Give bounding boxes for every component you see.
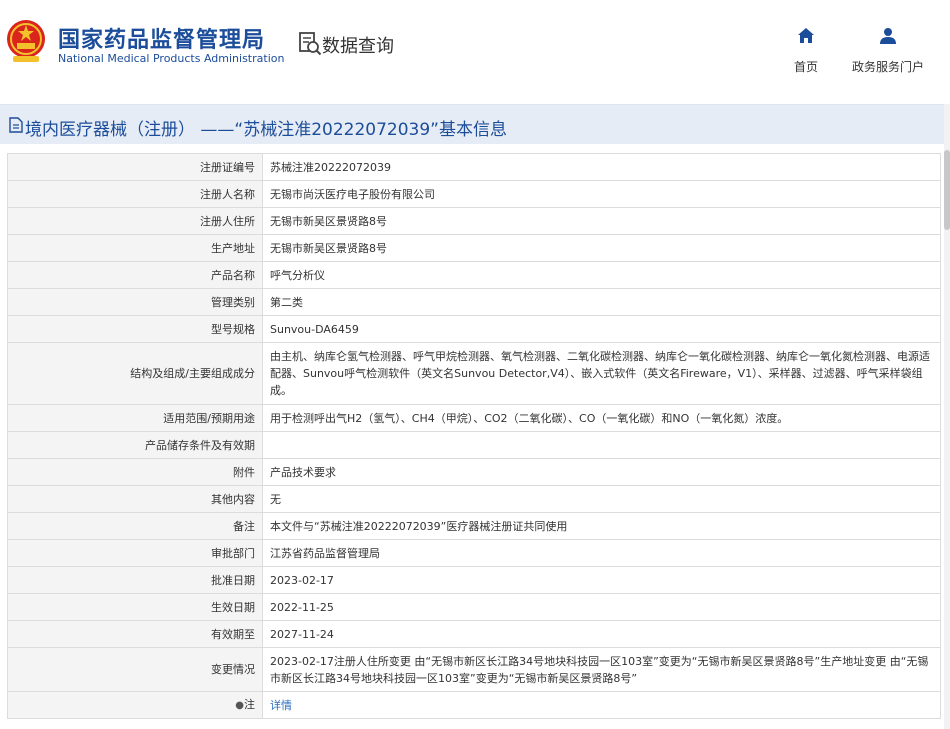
- field-label: 备注: [7, 512, 263, 540]
- site-header: 国家药品监督管理局 National Medical Products Admi…: [0, 0, 950, 90]
- field-label: 生产地址: [7, 234, 263, 262]
- data-query-icon: [299, 32, 322, 56]
- field-value: 第二类: [262, 288, 941, 316]
- field-label: 审批部门: [7, 539, 263, 567]
- field-label: 生效日期: [7, 593, 263, 621]
- device-info-table: 注册证编号 苏械注准20222072039 注册人名称 无锡市尚沃医疗电子股份有…: [7, 153, 941, 719]
- document-icon: [9, 117, 23, 133]
- table-row: 适用范围/预期用途 用于检测呼出气H2（氢气）、CH4（甲烷）、CO2（二氧化碳…: [7, 404, 941, 432]
- field-label: 管理类别: [7, 288, 263, 316]
- data-query-title: 数据查询: [322, 36, 394, 57]
- field-label: 附件: [7, 458, 263, 486]
- field-value: 苏械注准20222072039: [262, 153, 941, 181]
- field-label: 批准日期: [7, 566, 263, 594]
- field-value: 无锡市尚沃医疗电子股份有限公司: [262, 180, 941, 208]
- user-icon: [880, 28, 896, 44]
- table-row: 备注 本文件与“苏械注准20222072039”医疗器械注册证共同使用: [7, 512, 941, 540]
- field-value: [262, 431, 941, 459]
- field-value: 江苏省药品监督管理局: [262, 539, 941, 567]
- field-label: 注册证编号: [7, 153, 263, 181]
- field-value: 2022-11-25: [262, 593, 941, 621]
- field-value: 2023-02-17: [262, 566, 941, 594]
- field-value: 本文件与“苏械注准20222072039”医疗器械注册证共同使用: [262, 512, 941, 540]
- table-row: ●注 详情: [7, 691, 941, 719]
- page-title: 境内医疗器械（注册） ——“苏械注准20222072039”基本信息: [25, 120, 507, 140]
- field-label: 有效期至: [7, 620, 263, 648]
- field-value: 呼气分析仪: [262, 261, 941, 289]
- note-label: 注: [244, 698, 255, 711]
- national-emblem-icon: [7, 20, 45, 62]
- field-value: 产品技术要求: [262, 458, 941, 486]
- field-value: 无锡市新吴区景贤路8号: [262, 234, 941, 262]
- table-row: 注册人名称 无锡市尚沃医疗电子股份有限公司: [7, 180, 941, 208]
- field-label: 其他内容: [7, 485, 263, 513]
- table-row: 生产地址 无锡市新吴区景贤路8号: [7, 234, 941, 262]
- table-row: 产品储存条件及有效期: [7, 431, 941, 459]
- table-row: 结构及组成/主要组成成分 由主机、纳库仑氢气检测器、呼气甲烷检测器、氧气检测器、…: [7, 342, 941, 405]
- pin-icon: ●: [235, 700, 244, 711]
- table-row: 注册人住所 无锡市新吴区景贤路8号: [7, 207, 941, 235]
- table-row: 变更情况 2023-02-17注册人住所变更 由“无锡市新区长江路34号地块科技…: [7, 647, 941, 692]
- table-row: 产品名称 呼气分析仪: [7, 261, 941, 289]
- home-icon: [798, 28, 814, 43]
- field-value: 由主机、纳库仑氢气检测器、呼气甲烷检测器、氧气检测器、二氧化碳检测器、纳库仑一氧…: [262, 342, 941, 405]
- scrollbar-thumb[interactable]: [944, 150, 950, 230]
- nav-home-button[interactable]: 首页: [786, 26, 826, 75]
- field-value: 2023-02-17注册人住所变更 由“无锡市新区长江路34号地块科技园一区10…: [262, 647, 941, 692]
- field-label: 注册人名称: [7, 180, 263, 208]
- field-label: 注册人住所: [7, 207, 263, 235]
- table-row: 生效日期 2022-11-25: [7, 593, 941, 621]
- nav-gov-portal-label: 政务服务门户: [851, 60, 924, 74]
- field-label: 产品名称: [7, 261, 263, 289]
- table-row: 审批部门 江苏省药品监督管理局: [7, 539, 941, 567]
- org-name-en: National Medical Products Administration: [58, 52, 285, 65]
- field-label: 适用范围/预期用途: [7, 404, 263, 432]
- table-row: 管理类别 第二类: [7, 288, 941, 316]
- page-title-bar: 境内医疗器械（注册） ——“苏械注准20222072039”基本信息: [0, 104, 950, 144]
- field-value: Sunvou-DA6459: [262, 315, 941, 343]
- details-link[interactable]: 详情: [262, 691, 941, 719]
- table-row: 有效期至 2027-11-24: [7, 620, 941, 648]
- table-row: 批准日期 2023-02-17: [7, 566, 941, 594]
- field-label: 型号规格: [7, 315, 263, 343]
- table-row: 附件 产品技术要求: [7, 458, 941, 486]
- field-value: 无: [262, 485, 941, 513]
- nav-home-label: 首页: [793, 60, 818, 74]
- org-name-cn: 国家药品监督管理局: [58, 28, 266, 53]
- field-label: 结构及组成/主要组成成分: [7, 342, 263, 405]
- table-row: 注册证编号 苏械注准20222072039: [7, 153, 941, 181]
- table-row: 型号规格 Sunvou-DA6459: [7, 315, 941, 343]
- field-value: 用于检测呼出气H2（氢气）、CH4（甲烷）、CO2（二氧化碳）、CO（一氧化碳）…: [262, 404, 941, 432]
- field-label: 产品储存条件及有效期: [7, 431, 263, 459]
- field-label-note: ●注: [7, 691, 263, 719]
- field-value: 2027-11-24: [262, 620, 941, 648]
- field-value: 无锡市新吴区景贤路8号: [262, 207, 941, 235]
- table-row: 其他内容 无: [7, 485, 941, 513]
- nav-gov-portal-button[interactable]: 政务服务门户: [848, 26, 928, 75]
- field-label: 变更情况: [7, 647, 263, 692]
